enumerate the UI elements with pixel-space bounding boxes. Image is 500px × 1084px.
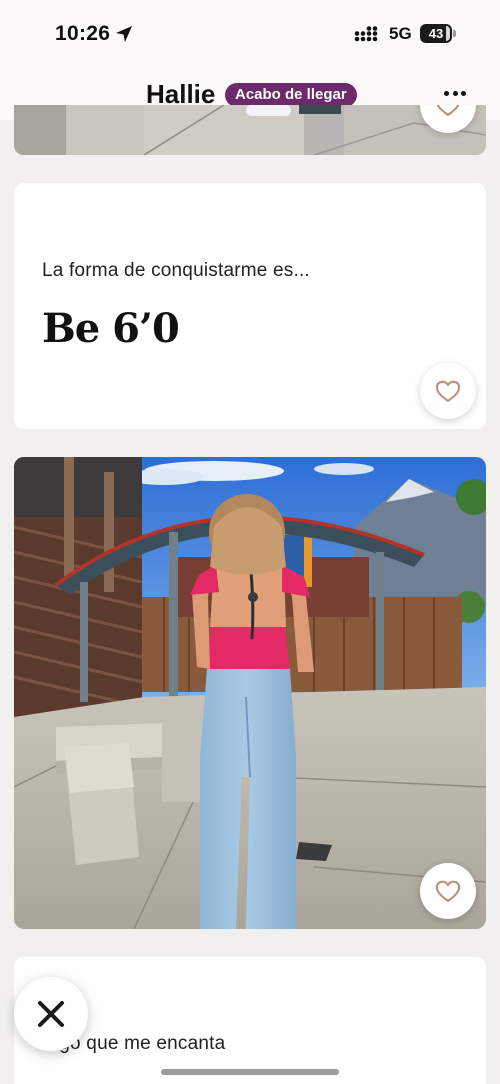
prompt-card: La forma de conquistarme es... Be 6’0 — [14, 183, 486, 429]
signal-icon — [354, 26, 378, 42]
prompt-question: La forma de conquistarme es... — [42, 260, 310, 281]
location-arrow-icon — [116, 26, 132, 42]
profile-photo — [14, 457, 486, 929]
close-icon — [38, 1001, 64, 1027]
network-label: 5G — [389, 24, 412, 43]
pass-button[interactable] — [14, 977, 88, 1051]
battery-icon: 43 — [420, 24, 456, 43]
heart-icon — [435, 380, 461, 402]
status-bar: 10:26 5G 43 — [0, 0, 500, 66]
photo-card — [14, 457, 486, 929]
more-horizontal-icon — [444, 90, 449, 96]
previous-photo — [14, 105, 486, 155]
like-prompt-button[interactable] — [420, 363, 476, 419]
home-indicator[interactable] — [161, 1069, 339, 1075]
heart-icon — [435, 880, 461, 902]
more-options-button[interactable] — [440, 80, 470, 106]
new-here-badge: Acabo de llegar — [225, 83, 357, 107]
previous-photo-card — [14, 105, 486, 155]
heart-icon — [436, 105, 460, 116]
prompt-answer: Be 6’0 — [42, 305, 180, 352]
battery-level: 43 — [428, 26, 444, 41]
status-time: 10:26 — [55, 22, 111, 45]
like-photo-button[interactable] — [420, 863, 476, 919]
